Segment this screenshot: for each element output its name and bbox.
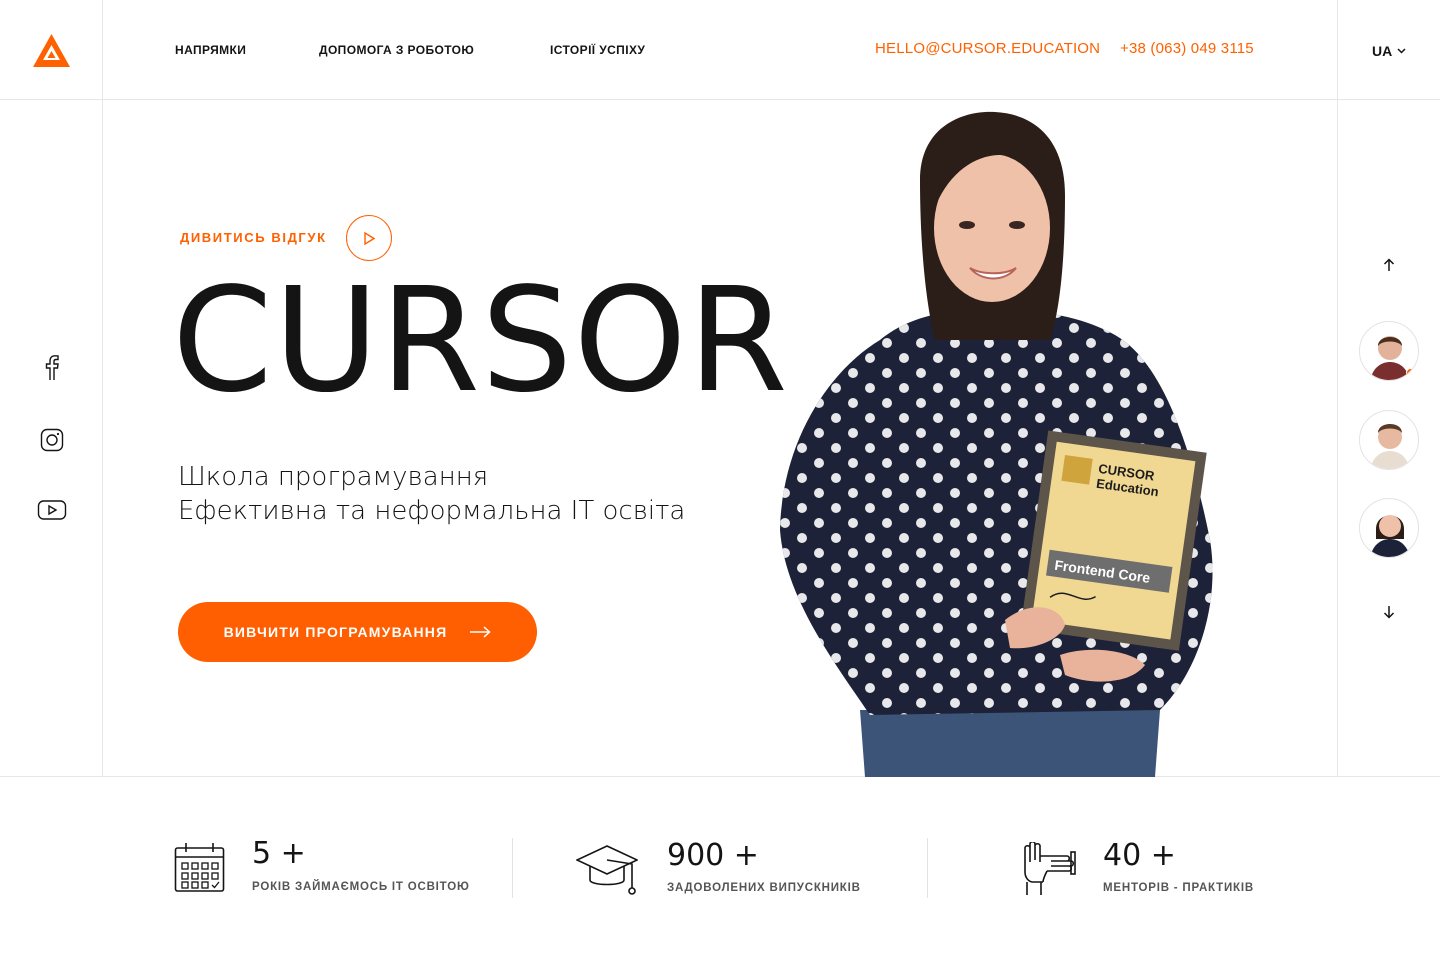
learn-programming-button[interactable]: Вивчити програмування <box>178 602 537 662</box>
cursor-logo[interactable] <box>33 34 70 67</box>
person-avatar-icon <box>1370 515 1410 557</box>
active-indicator <box>1406 368 1415 377</box>
stat-years-label: років займаємось IT освітою <box>252 881 470 893</box>
arrow-right-icon <box>470 626 492 638</box>
play-icon <box>364 231 375 245</box>
stat-graduates-value: 900 + <box>667 838 759 873</box>
youtube-link[interactable] <box>36 494 68 526</box>
hero-subtitle-line2: Ефективна та неформальна ІТ освіта <box>178 496 686 526</box>
youtube-icon <box>37 500 67 520</box>
testimonial-avatar-2[interactable] <box>1359 410 1419 470</box>
stat-years-value: 5 + <box>252 836 306 871</box>
stat-mentors-label: менторів - практиків <box>1103 882 1254 894</box>
header-divider <box>0 99 1440 100</box>
instagram-icon <box>40 428 64 452</box>
right-rail-divider <box>1337 0 1338 777</box>
language-label: UA <box>1372 43 1393 59</box>
nav-success-stories[interactable]: Історії успіху <box>550 43 645 57</box>
watch-review-label[interactable]: Дивитись відгук <box>180 230 327 245</box>
phone-link[interactable]: +38 (063) 049 3115 <box>1120 40 1254 57</box>
chevron-down-icon <box>1397 48 1406 54</box>
stat-mentors-value: 40 + <box>1103 838 1176 873</box>
calendar-icon <box>174 842 225 898</box>
left-rail-divider <box>102 0 103 777</box>
hero-subtitle-line1: Школа програмування <box>178 462 489 492</box>
stat-graduates-label: задоволених випускників <box>667 882 861 894</box>
handshake-icon <box>1021 840 1076 901</box>
arrow-down-icon <box>1383 606 1395 619</box>
person-avatar-icon <box>1370 424 1410 469</box>
facebook-link[interactable] <box>36 351 68 383</box>
hero-photo: CURSOR Education Frontend Core <box>760 110 1240 777</box>
slide-up-button[interactable] <box>1378 254 1400 276</box>
slide-down-button[interactable] <box>1378 601 1400 623</box>
instagram-link[interactable] <box>36 424 68 456</box>
email-link[interactable]: HELLO@CURSOR.EDUCATION <box>875 40 1100 57</box>
brand-title: CURSOR <box>172 256 789 424</box>
testimonial-avatar-3[interactable] <box>1359 498 1419 558</box>
language-selector[interactable]: UA <box>1372 43 1406 59</box>
graduation-cap-icon <box>575 844 639 903</box>
nav-directions[interactable]: Напрямки <box>175 43 246 57</box>
testimonial-avatar-1[interactable] <box>1359 321 1419 381</box>
nav-job-help[interactable]: Допомога з роботою <box>319 43 474 57</box>
cta-label: Вивчити програмування <box>223 624 448 640</box>
facebook-icon <box>45 355 59 380</box>
play-review-button[interactable] <box>346 215 392 261</box>
stat-divider <box>927 838 928 898</box>
arrow-up-icon <box>1383 258 1395 271</box>
logo-icon <box>33 34 70 67</box>
stat-divider <box>512 838 513 898</box>
